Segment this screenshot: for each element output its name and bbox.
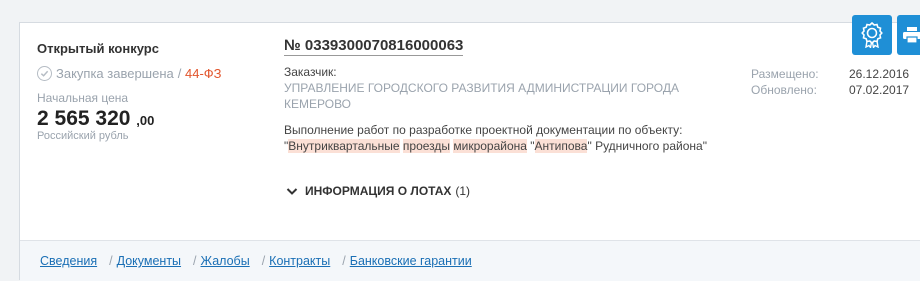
posted-row: Размещено: 26.12.2016: [751, 66, 909, 82]
lots-label: ИНФОРМАЦИЯ О ЛОТАХ: [305, 184, 452, 198]
initial-price: 2 565 320 ,00: [37, 107, 267, 131]
purchase-description: Выполнение работ по разработке проектной…: [284, 122, 744, 154]
updated-date: 07.02.2017: [849, 83, 910, 97]
desc-text-4: ": [526, 139, 535, 153]
certificate-button[interactable]: [852, 15, 892, 55]
check-circle-icon: [37, 66, 52, 81]
lots-count: (1): [455, 184, 471, 198]
purchase-status: Закупка завершена / 44-ФЗ: [37, 66, 267, 81]
desc-highlight-4: Антипова: [534, 139, 588, 153]
posted-date: 26.12.2016: [849, 67, 910, 81]
tab-separator: /: [109, 254, 113, 268]
desc-text-5: " Рудничного района": [587, 139, 707, 153]
tab-contracts[interactable]: Контракты: [269, 254, 330, 268]
price-main: 2 565 320: [37, 107, 131, 130]
tab-documents[interactable]: Документы: [117, 254, 181, 268]
chevron-down-icon: [286, 187, 298, 195]
procedure-type: Открытый конкурс: [37, 41, 159, 56]
tab-separator: /: [342, 254, 346, 268]
award-icon: [861, 22, 883, 48]
tab-details[interactable]: Сведения: [40, 254, 97, 268]
card-tabs: Сведения / Документы / Жалобы / Контракт…: [20, 240, 920, 281]
desc-highlight-2: проезды: [402, 139, 451, 153]
registry-number-link[interactable]: № 0339300070816000063: [284, 37, 464, 56]
law-text: 44-ФЗ: [185, 66, 222, 81]
price-label: Начальная цена: [37, 91, 129, 105]
currency: Российский рубль: [37, 130, 129, 142]
lots-info-toggle[interactable]: ИНФОРМАЦИЯ О ЛОТАХ (1): [284, 184, 744, 198]
law-separator: /: [177, 66, 182, 81]
purchase-card: Открытый конкурс Закупка завершена / 44-…: [19, 15, 920, 281]
desc-highlight-1: Внутриквартальные: [288, 139, 400, 153]
top-strip: [0, 0, 920, 6]
printer-icon: [903, 27, 920, 44]
tab-separator: /: [193, 254, 197, 268]
customer-label: Заказчик:: [284, 65, 337, 79]
tab-bank-guarantees[interactable]: Банковские гарантии: [350, 254, 472, 268]
status-text: Закупка завершена: [56, 66, 174, 81]
tab-complaints[interactable]: Жалобы: [201, 254, 250, 268]
updated-label: Обновлено:: [751, 83, 817, 97]
law-badge: / 44-ФЗ: [178, 66, 222, 81]
tab-separator: /: [261, 254, 266, 268]
purchase-details: № 0339300070816000063 Заказчик: УПРАВЛЕН…: [284, 37, 744, 198]
purchase-summary: Открытый конкурс Закупка завершена / 44-…: [37, 41, 267, 142]
print-button[interactable]: [897, 15, 920, 55]
customer-name[interactable]: УПРАВЛЕНИЕ ГОРОДСКОГО РАЗВИТИЯ АДМИНИСТР…: [284, 80, 744, 112]
updated-row: Обновлено: 07.02.2017: [751, 82, 909, 98]
price-cents: ,00: [136, 113, 155, 128]
desc-highlight-3: микрорайона: [453, 139, 527, 153]
dates-block: Размещено: 26.12.2016 Обновлено: 07.02.2…: [751, 66, 909, 98]
posted-label: Размещено:: [751, 67, 819, 81]
